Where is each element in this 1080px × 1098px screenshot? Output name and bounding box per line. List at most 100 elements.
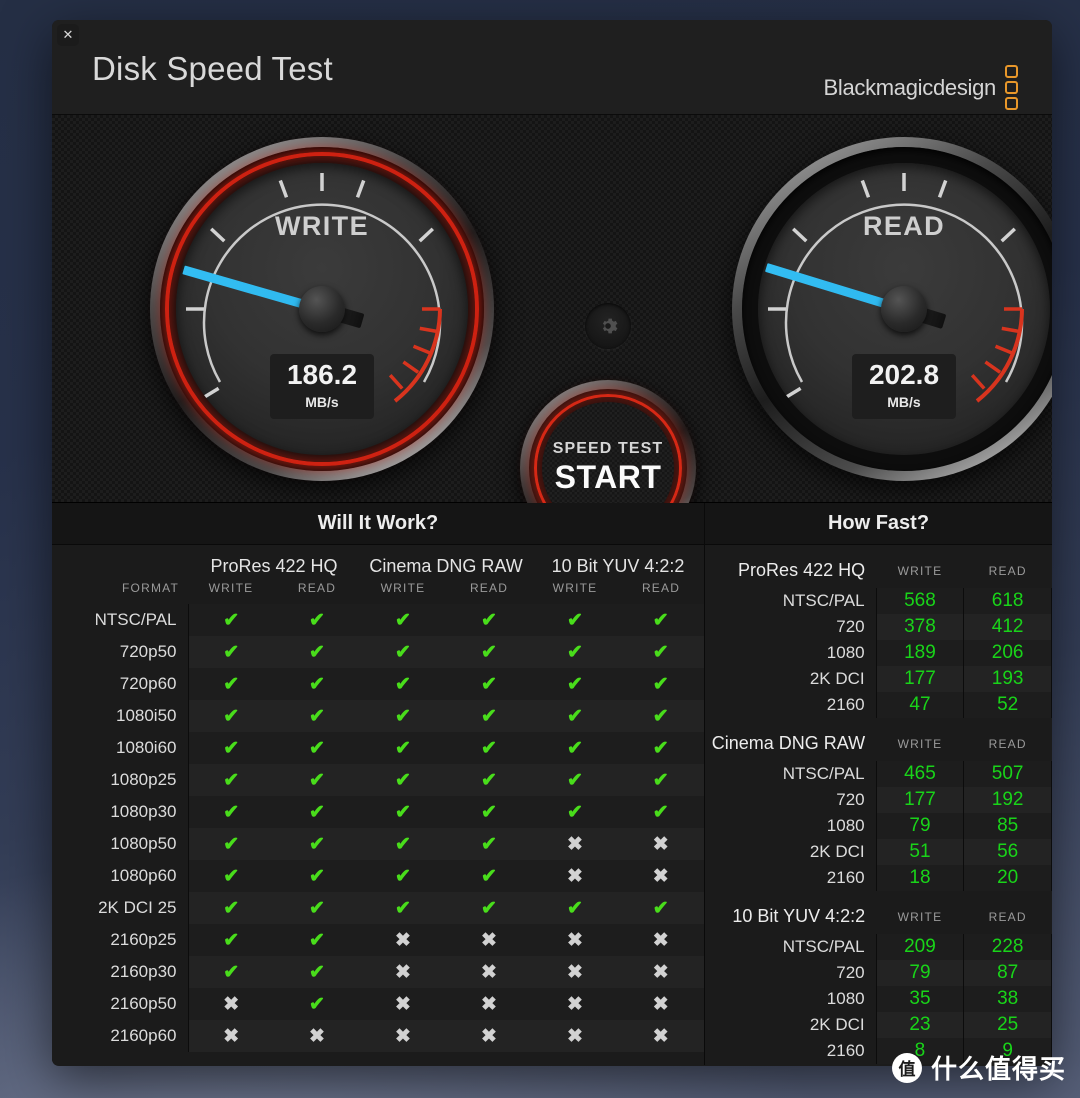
read-column-header: READ — [988, 563, 1027, 578]
blackmagic-mark-icon — [1005, 65, 1018, 110]
how-fast-table: ProRes 422 HQ WRITE READ NTSC/PAL 568 618 720 3… — [705, 555, 1052, 718]
check-icon: ✔ — [618, 764, 705, 796]
check-icon: ✔ — [446, 860, 533, 892]
check-icon: ✔ — [187, 828, 274, 860]
check-icon: ✔ — [532, 892, 619, 924]
will-it-work-panel: Will It Work? ProRes 422 HQ Cinema DNG RA… — [52, 503, 705, 1065]
cross-icon: ✖ — [187, 1020, 274, 1052]
read-value: 202.8 — [868, 359, 940, 390]
write-column-header: WRITE — [897, 909, 943, 924]
rw-header-row: FORMAT WRITE READ WRITE READ WRITE READ — [52, 577, 705, 604]
check-icon: ✔ — [187, 892, 274, 924]
table-row: 720p60 ✔ ✔ ✔ ✔ ✔ ✔ — [52, 668, 705, 700]
write-speed-value: 177 — [875, 666, 964, 692]
read-readout: 202.8 MB/s — [852, 354, 956, 419]
codec-header-row: ProRes 422 HQ Cinema DNG RAW 10 Bit YUV 4:… — [52, 545, 705, 577]
brand-name: Blackmagicdesign — [823, 74, 996, 100]
read-speed-value: 87 — [963, 960, 1052, 986]
check-icon: ✔ — [274, 732, 360, 764]
read-gauge-face: READ 202.8 MB/s — [758, 163, 1050, 455]
settings-gear-button[interactable] — [585, 303, 631, 349]
write-speed-value: 568 — [875, 588, 964, 614]
check-icon: ✔ — [274, 636, 360, 668]
check-icon: ✔ — [274, 828, 360, 860]
will-it-work-title: Will It Work? — [52, 503, 704, 545]
how-fast-title: How Fast? — [705, 503, 1052, 545]
format-label: 1080p25 — [52, 764, 188, 796]
cross-icon: ✖ — [187, 988, 274, 1020]
rw-header-2: WRITE — [360, 577, 446, 604]
start-button-top-label: SPEED TEST — [552, 440, 664, 457]
read-speed-value: 193 — [963, 666, 1052, 692]
check-icon: ✔ — [274, 924, 360, 956]
write-speed-value: 51 — [875, 839, 964, 865]
cross-icon: ✖ — [360, 956, 446, 988]
check-icon: ✔ — [187, 956, 274, 988]
cross-icon: ✖ — [446, 988, 533, 1020]
write-gauge-label: WRITE — [275, 211, 369, 241]
start-button-main-label: START — [554, 459, 662, 495]
rw-header-0: WRITE — [188, 577, 274, 604]
resolution-label: 2160 — [826, 695, 865, 714]
table-row: 720 79 87 — [705, 960, 1052, 986]
watermark: 值 什么值得买 — [891, 1049, 1066, 1086]
read-speed-value: 507 — [963, 761, 1052, 787]
table-row: 1080p60 ✔ ✔ ✔ ✔ ✖ ✖ — [52, 860, 705, 892]
check-icon: ✔ — [446, 700, 533, 732]
cross-icon: ✖ — [274, 1020, 360, 1052]
codec-header-0: ProRes 422 HQ — [188, 545, 360, 577]
table-row: 2160p60 ✖ ✖ ✖ ✖ ✖ ✖ — [52, 1020, 705, 1052]
cross-icon: ✖ — [618, 828, 705, 860]
write-speed-value: 465 — [875, 761, 964, 787]
cross-icon: ✖ — [532, 924, 619, 956]
table-row: 1080p50 ✔ ✔ ✔ ✔ ✖ ✖ — [52, 828, 705, 860]
codec-header-1: Cinema DNG RAW — [360, 545, 533, 577]
check-icon: ✔ — [446, 604, 533, 636]
cross-icon: ✖ — [532, 828, 619, 860]
cross-icon: ✖ — [360, 1020, 446, 1052]
table-row: 1080p25 ✔ ✔ ✔ ✔ ✔ ✔ — [52, 764, 705, 796]
table-row: NTSC/PAL 209 228 — [705, 934, 1052, 960]
format-label: 1080p30 — [52, 796, 188, 828]
check-icon: ✔ — [187, 764, 274, 796]
cross-icon: ✖ — [618, 924, 705, 956]
check-icon: ✔ — [360, 636, 446, 668]
table-row: 2160 18 20 — [705, 865, 1052, 891]
check-icon: ✔ — [187, 732, 274, 764]
check-icon: ✔ — [618, 668, 705, 700]
resolution-label: 720 — [836, 617, 865, 636]
table-row: 2160p30 ✔ ✔ ✖ ✖ ✖ ✖ — [52, 956, 705, 988]
format-label: 720p60 — [52, 668, 188, 700]
how-fast-group-1: Cinema DNG RAW WRITE READ NTSC/PAL 465 507 720… — [705, 728, 1052, 891]
read-column-header: READ — [988, 909, 1027, 924]
check-icon: ✔ — [360, 668, 446, 700]
cross-icon: ✖ — [532, 988, 619, 1020]
check-icon: ✔ — [187, 700, 274, 732]
table-row: 1080 189 206 — [705, 640, 1052, 666]
gear-icon — [602, 318, 618, 334]
resolution-label: NTSC/PAL — [782, 764, 865, 783]
check-icon: ✔ — [532, 732, 619, 764]
read-column-header: READ — [988, 736, 1027, 751]
check-icon: ✔ — [618, 700, 705, 732]
cross-icon: ✖ — [618, 988, 705, 1020]
write-speed-value: 79 — [875, 813, 964, 839]
close-icon[interactable]: ✕ — [57, 24, 79, 46]
cross-icon: ✖ — [360, 988, 446, 1020]
cross-icon: ✖ — [446, 956, 533, 988]
format-label: 1080i60 — [52, 732, 188, 764]
write-speed-value: 209 — [875, 934, 964, 960]
check-icon: ✔ — [446, 668, 533, 700]
write-needle-hub — [299, 286, 345, 332]
write-gauge-face: WRITE 186.2 MB/s — [176, 163, 468, 455]
check-icon: ✔ — [532, 796, 619, 828]
check-icon: ✔ — [532, 604, 619, 636]
table-row: NTSC/PAL 568 618 — [705, 588, 1052, 614]
table-row: 720 177 192 — [705, 787, 1052, 813]
write-speed-value: 189 — [875, 640, 964, 666]
table-row: 2160p25 ✔ ✔ ✖ ✖ ✖ ✖ — [52, 924, 705, 956]
cross-icon: ✖ — [618, 956, 705, 988]
results-area: Will It Work? ProRes 422 HQ Cinema DNG RA… — [52, 503, 1052, 1065]
how-fast-table: Cinema DNG RAW WRITE READ NTSC/PAL 465 507 720… — [705, 728, 1052, 891]
cross-icon: ✖ — [446, 924, 533, 956]
